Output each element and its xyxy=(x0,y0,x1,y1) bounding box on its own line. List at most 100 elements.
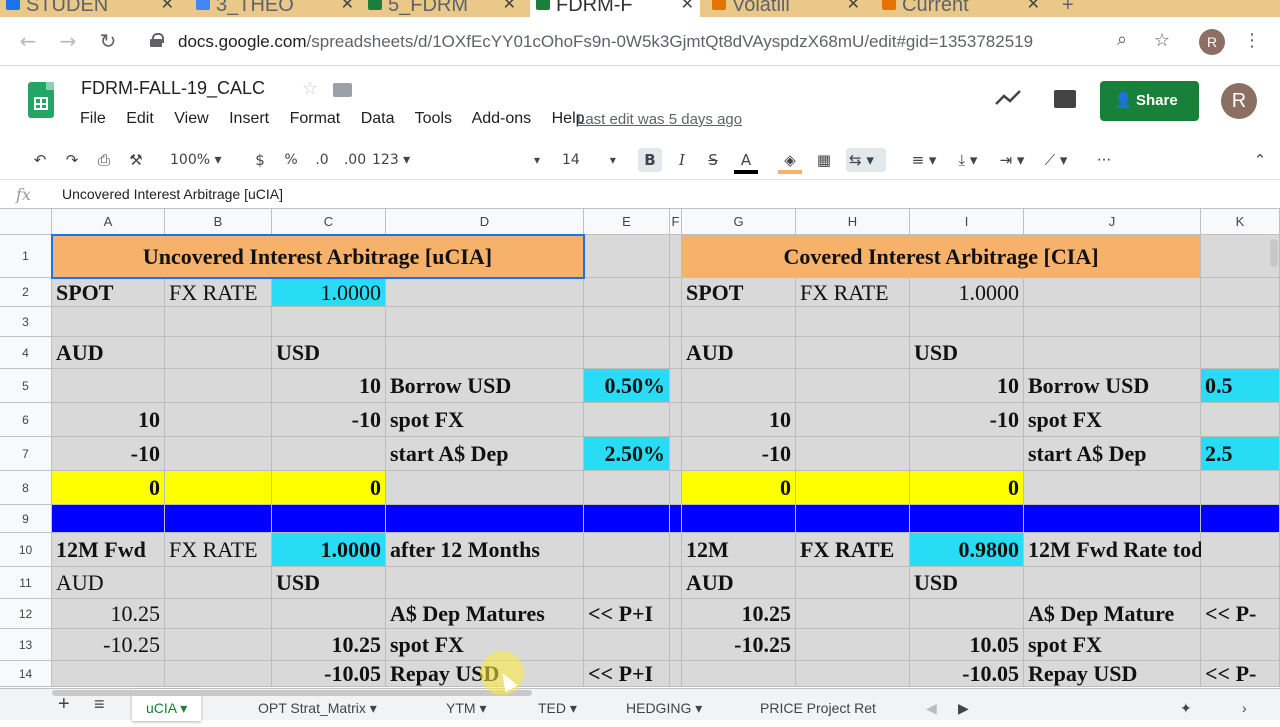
column-header-j[interactable]: J xyxy=(1024,209,1201,235)
browser-tab-2[interactable]: 5_FDRM ✕ xyxy=(362,0,522,17)
cell-j2[interactable] xyxy=(1024,278,1201,307)
cell-c10[interactable]: 1.0000 xyxy=(272,533,386,567)
column-header-e[interactable]: E xyxy=(584,209,670,235)
cell-j13[interactable]: spot FX xyxy=(1024,629,1201,661)
cell-c4[interactable]: USD xyxy=(272,337,386,369)
column-header-f[interactable]: F xyxy=(670,209,682,235)
cell-c14[interactable]: -10.05 xyxy=(272,661,386,687)
cell-f7[interactable] xyxy=(670,437,682,471)
cell-i13[interactable]: 10.05 xyxy=(910,629,1024,661)
cell-d12[interactable]: A$ Dep Matures xyxy=(386,599,584,629)
cell-e7[interactable]: 2.50% xyxy=(584,437,670,471)
cell-a5[interactable] xyxy=(52,369,165,403)
cell-b13[interactable] xyxy=(165,629,272,661)
select-all-corner[interactable] xyxy=(0,209,52,235)
cell-k5[interactable]: 0.5 xyxy=(1201,369,1280,403)
cell-h7[interactable] xyxy=(796,437,910,471)
menu-edit[interactable]: Edit xyxy=(126,110,154,127)
cell-h13[interactable] xyxy=(796,629,910,661)
cell-i12[interactable] xyxy=(910,599,1024,629)
cell-a11[interactable]: AUD xyxy=(52,567,165,599)
close-icon[interactable]: ✕ xyxy=(681,0,694,14)
row-header-9[interactable]: 9 xyxy=(0,505,52,533)
row-header-4[interactable]: 4 xyxy=(0,337,52,369)
cell-j6[interactable]: spot FX xyxy=(1024,403,1201,437)
star-icon[interactable]: ☆ xyxy=(302,78,318,99)
cell-b2[interactable]: FX RATE xyxy=(165,278,272,307)
cell-e2[interactable] xyxy=(584,278,670,307)
cell-e1[interactable] xyxy=(584,235,670,278)
cell-e4[interactable] xyxy=(584,337,670,369)
browser-tab-active[interactable]: FDRM-F ✕ xyxy=(530,0,700,17)
close-icon[interactable]: ✕ xyxy=(503,0,516,14)
cell-e8[interactable] xyxy=(584,471,670,505)
cell-j7[interactable]: start A$ Dep xyxy=(1024,437,1201,471)
cell-g3[interactable] xyxy=(682,307,796,337)
column-header-c[interactable]: C xyxy=(272,209,386,235)
cell-j9[interactable] xyxy=(1024,505,1201,533)
cell-c11[interactable]: USD xyxy=(272,567,386,599)
formula-input[interactable]: Uncovered Interest Arbitrage [uCIA] xyxy=(62,186,283,202)
bold-button[interactable]: B xyxy=(638,148,662,172)
cell-h14[interactable] xyxy=(796,661,910,687)
cell-b14[interactable] xyxy=(165,661,272,687)
row-header-14[interactable]: 14 xyxy=(0,661,52,687)
decrease-decimal-button[interactable]: .0 xyxy=(310,148,334,172)
cell-a3[interactable] xyxy=(52,307,165,337)
cell-g4[interactable]: AUD xyxy=(682,337,796,369)
cell-i9[interactable] xyxy=(910,505,1024,533)
cell-g12[interactable]: 10.25 xyxy=(682,599,796,629)
cell-c8[interactable]: 0 xyxy=(272,471,386,505)
row-header-13[interactable]: 13 xyxy=(0,629,52,661)
cell-a4[interactable]: AUD xyxy=(52,337,165,369)
cell-j10[interactable]: 12M Fwd Rate today xyxy=(1024,533,1225,567)
strikethrough-button[interactable]: S xyxy=(702,148,724,172)
borders-icon[interactable]: ▦ xyxy=(812,148,836,172)
cell-k3[interactable] xyxy=(1201,307,1280,337)
cell-h8[interactable] xyxy=(796,471,910,505)
cell-f2[interactable] xyxy=(670,278,682,307)
cell-g8[interactable]: 0 xyxy=(682,471,796,505)
cell-i3[interactable] xyxy=(910,307,1024,337)
cell-a9[interactable] xyxy=(52,505,165,533)
horizontal-scrollbar[interactable] xyxy=(52,690,532,696)
cell-e9[interactable] xyxy=(584,505,670,533)
cell-i10[interactable]: 0.9800 xyxy=(910,533,1024,567)
browser-tab-4[interactable]: Volatili ✕ xyxy=(706,0,866,17)
cell-e12[interactable]: << P+I xyxy=(584,599,670,629)
menu-data[interactable]: Data xyxy=(361,110,395,127)
cell-k6[interactable] xyxy=(1201,403,1280,437)
new-tab-button[interactable]: + xyxy=(1056,0,1086,17)
row-header-10[interactable]: 10 xyxy=(0,533,52,567)
cell-f3[interactable] xyxy=(670,307,682,337)
cell-h10[interactable]: FX RATE xyxy=(796,533,910,567)
column-header-g[interactable]: G xyxy=(682,209,796,235)
cell-e10[interactable] xyxy=(584,533,670,567)
font-size-select[interactable]: 14 ▾ xyxy=(562,148,622,172)
column-header-d[interactable]: D xyxy=(386,209,584,235)
row-header-5[interactable]: 5 xyxy=(0,369,52,403)
comments-icon[interactable] xyxy=(1054,90,1076,108)
sheets-logo-icon[interactable] xyxy=(28,82,54,118)
cell-k11[interactable] xyxy=(1201,567,1280,599)
cell-h6[interactable] xyxy=(796,403,910,437)
cell-a10[interactable]: 12M Fwd xyxy=(52,533,165,567)
cell-a8[interactable]: 0 xyxy=(52,471,165,505)
cell-g6[interactable]: 10 xyxy=(682,403,796,437)
row-header-1[interactable]: 1 xyxy=(0,235,52,278)
cell-k7[interactable]: 2.5 xyxy=(1201,437,1280,471)
share-button[interactable]: 👤 Share xyxy=(1100,81,1199,121)
reload-icon[interactable]: ↻ xyxy=(96,29,120,53)
cell-a13[interactable]: -10.25 xyxy=(52,629,165,661)
font-family-select[interactable]: ▾ xyxy=(430,148,540,172)
cell-g9[interactable] xyxy=(682,505,796,533)
column-header-a[interactable]: A xyxy=(52,209,165,235)
italic-button[interactable]: I xyxy=(671,148,693,172)
column-header-k[interactable]: K xyxy=(1201,209,1280,235)
close-icon[interactable]: ✕ xyxy=(847,0,860,14)
cell-k8[interactable] xyxy=(1201,471,1280,505)
browser-tab-0[interactable]: STUDEN ✕ xyxy=(0,0,180,17)
row-header-11[interactable]: 11 xyxy=(0,567,52,599)
cell-f4[interactable] xyxy=(670,337,682,369)
scroll-right-icon[interactable]: ▶ xyxy=(944,689,983,721)
